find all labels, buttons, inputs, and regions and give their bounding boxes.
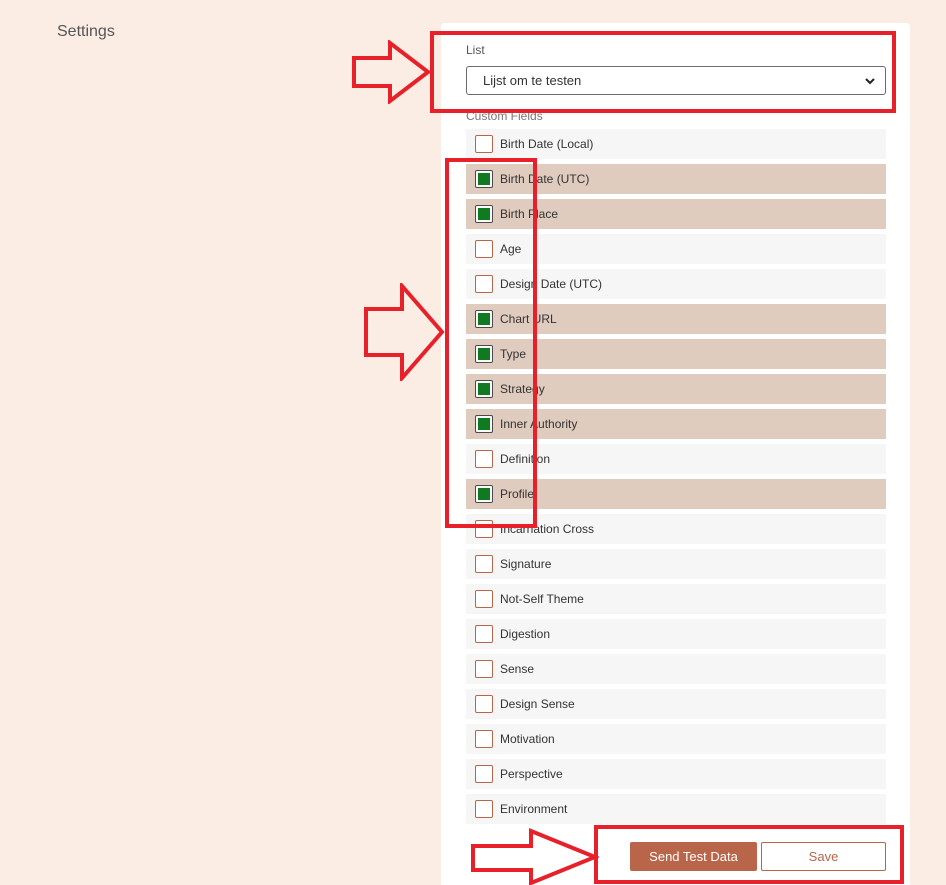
checkmark-fill-icon: [478, 313, 490, 325]
custom-field-row[interactable]: Birth Date (Local): [466, 129, 886, 159]
custom-field-checkbox[interactable]: [475, 450, 493, 468]
chevron-down-icon: [865, 78, 875, 85]
custom-field-checkbox[interactable]: [475, 695, 493, 713]
custom-field-row[interactable]: Not-Self Theme: [466, 584, 886, 614]
custom-field-label: Definition: [500, 452, 551, 466]
custom-field-row[interactable]: Birth Place: [466, 199, 886, 229]
custom-field-checkbox[interactable]: [475, 730, 493, 748]
custom-fields-list: Birth Date (Local) Birth Date (UTC) Birth …: [466, 129, 886, 829]
custom-field-checkbox[interactable]: [475, 345, 493, 363]
custom-field-checkbox[interactable]: [475, 590, 493, 608]
custom-field-label: Inner Authority: [500, 417, 578, 431]
custom-field-row[interactable]: Sense: [466, 654, 886, 684]
custom-field-checkbox[interactable]: [475, 135, 493, 153]
custom-field-label: Profile: [500, 487, 535, 501]
custom-field-checkbox[interactable]: [475, 275, 493, 293]
custom-field-row[interactable]: Environment: [466, 794, 886, 824]
custom-field-row[interactable]: Definition: [466, 444, 886, 474]
custom-field-row[interactable]: Signature: [466, 549, 886, 579]
custom-field-label: Strategy: [500, 382, 545, 396]
custom-field-row[interactable]: Design Date (UTC): [466, 269, 886, 299]
custom-field-row[interactable]: Chart URL: [466, 304, 886, 334]
page-title: Settings: [57, 23, 115, 40]
list-label: List: [466, 43, 485, 57]
checkmark-fill-icon: [478, 383, 490, 395]
custom-field-checkbox[interactable]: [475, 415, 493, 433]
custom-field-row[interactable]: Type: [466, 339, 886, 369]
send-test-data-button[interactable]: Send Test Data: [630, 842, 757, 871]
checkmark-fill-icon: [478, 488, 490, 500]
custom-field-label: Signature: [500, 557, 552, 571]
custom-field-checkbox[interactable]: [475, 555, 493, 573]
custom-field-label: Age: [500, 242, 522, 256]
custom-field-label: Sense: [500, 662, 535, 676]
custom-field-label: Not-Self Theme: [500, 592, 584, 606]
custom-field-label: Incarnation Cross: [500, 522, 595, 536]
custom-field-label: Motivation: [500, 732, 555, 746]
custom-field-row[interactable]: Birth Date (UTC): [466, 164, 886, 194]
save-button[interactable]: Save: [761, 842, 886, 871]
custom-field-row[interactable]: Profile: [466, 479, 886, 509]
custom-field-row[interactable]: Inner Authority: [466, 409, 886, 439]
custom-field-checkbox[interactable]: [475, 205, 493, 223]
custom-field-checkbox[interactable]: [475, 310, 493, 328]
custom-field-row[interactable]: Strategy: [466, 374, 886, 404]
custom-field-row[interactable]: Age: [466, 234, 886, 264]
custom-field-label: Environment: [500, 802, 568, 816]
checkmark-fill-icon: [478, 348, 490, 360]
checkmark-fill-icon: [478, 208, 490, 220]
custom-field-checkbox[interactable]: [475, 660, 493, 678]
list-select[interactable]: Lijst om te testen: [466, 66, 886, 95]
custom-field-checkbox[interactable]: [475, 485, 493, 503]
custom-field-checkbox[interactable]: [475, 765, 493, 783]
custom-field-label: Digestion: [500, 627, 551, 641]
custom-field-label: Birth Date (UTC): [500, 172, 590, 186]
custom-field-checkbox[interactable]: [475, 625, 493, 643]
custom-field-checkbox[interactable]: [475, 170, 493, 188]
right-arrow-icon: [364, 283, 445, 381]
custom-field-checkbox[interactable]: [475, 240, 493, 258]
custom-field-checkbox[interactable]: [475, 520, 493, 538]
custom-field-label: Birth Date (Local): [500, 137, 594, 151]
custom-field-checkbox[interactable]: [475, 380, 493, 398]
custom-field-row[interactable]: Design Sense: [466, 689, 886, 719]
custom-field-label: Birth Place: [500, 207, 559, 221]
custom-field-label: Perspective: [500, 767, 563, 781]
custom-field-checkbox[interactable]: [475, 800, 493, 818]
custom-field-label: Design Date (UTC): [500, 277, 603, 291]
custom-fields-label: Custom Fields: [466, 109, 543, 121]
checkmark-fill-icon: [478, 418, 490, 430]
custom-field-row[interactable]: Motivation: [466, 724, 886, 754]
custom-field-row[interactable]: Perspective: [466, 759, 886, 789]
custom-field-label: Type: [500, 347, 527, 361]
custom-field-label: Design Sense: [500, 697, 575, 711]
custom-field-label: Chart URL: [500, 312, 557, 326]
custom-field-row[interactable]: Digestion: [466, 619, 886, 649]
right-arrow-icon: [352, 40, 432, 104]
checkmark-fill-icon: [478, 173, 490, 185]
custom-field-row[interactable]: Incarnation Cross: [466, 514, 886, 544]
list-select-value: Lijst om te testen: [483, 73, 582, 88]
